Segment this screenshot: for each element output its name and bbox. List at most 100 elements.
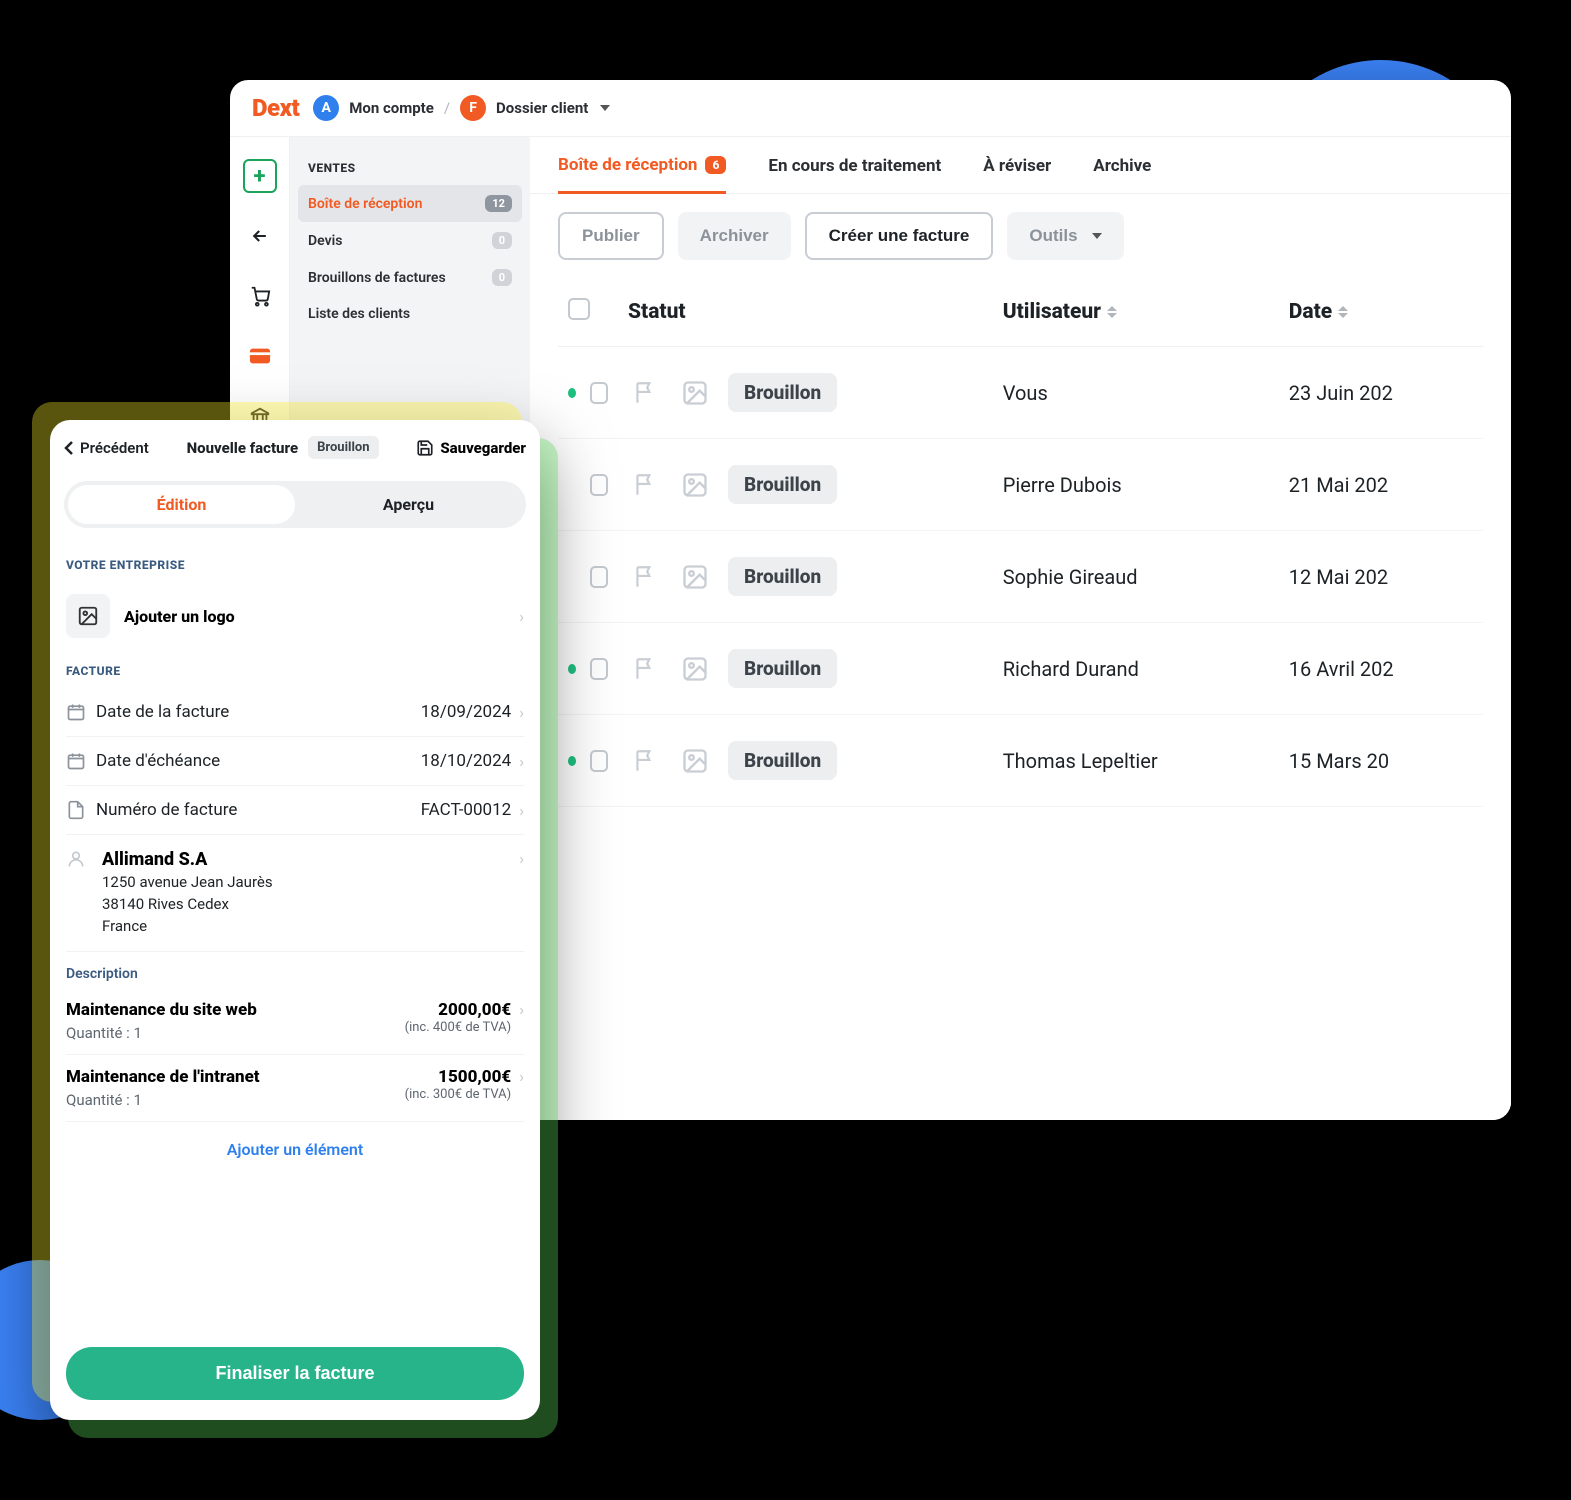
- header-date[interactable]: Date: [1279, 278, 1483, 347]
- calendar-icon: [66, 702, 96, 722]
- due-date-row[interactable]: Date d'échéance 18/10/2024 ›: [66, 737, 524, 786]
- flag-icon[interactable]: [628, 652, 662, 686]
- tools-button[interactable]: Outils: [1007, 212, 1123, 260]
- image-icon[interactable]: [678, 468, 712, 502]
- flag-icon[interactable]: [628, 376, 662, 410]
- tab-archive[interactable]: Archive: [1093, 155, 1151, 193]
- item-vat: (inc. 400€ de TVA): [405, 1020, 512, 1035]
- account-label[interactable]: Mon compte: [349, 99, 434, 117]
- invoice-date-row[interactable]: Date de la facture 18/09/2024 ›: [66, 688, 524, 737]
- table: Statut Utilisateur Date Brouillon Vous 2…: [530, 278, 1511, 1120]
- row-checkbox[interactable]: [590, 658, 608, 680]
- chevron-right-icon: ›: [519, 703, 524, 722]
- add-item-link[interactable]: Ajouter un élément: [66, 1122, 524, 1177]
- date-cell: 21 Mai 202: [1279, 439, 1483, 531]
- toolbar: Publier Archiver Créer une facture Outil…: [530, 194, 1511, 278]
- header-status[interactable]: Statut: [618, 278, 993, 347]
- item-name: Maintenance du site web: [66, 1000, 405, 1020]
- company-row[interactable]: Allimand S.A 1250 avenue Jean Jaurès 381…: [66, 835, 524, 952]
- tab-preview[interactable]: Aperçu: [295, 485, 522, 524]
- document-icon: [66, 800, 96, 820]
- field-value: 18/10/2024: [421, 751, 511, 771]
- finalize-button[interactable]: Finaliser la facture: [66, 1347, 524, 1400]
- sidebar-item-label: Liste des clients: [308, 306, 410, 322]
- date-cell: 23 Juin 202: [1279, 347, 1483, 439]
- line-item[interactable]: Maintenance du site web Quantité : 1 200…: [66, 988, 524, 1055]
- sidebar-item-drafts[interactable]: Brouillons de factures 0: [290, 259, 530, 296]
- sidebar-item-label: Devis: [308, 233, 342, 249]
- sidebar-item-inbox[interactable]: Boîte de réception 12: [298, 185, 522, 222]
- row-checkbox[interactable]: [590, 566, 608, 588]
- sidebar-badge: 0: [492, 232, 512, 249]
- th-label: Statut: [628, 300, 686, 324]
- archive-button[interactable]: Archiver: [678, 212, 791, 260]
- row-checkbox[interactable]: [590, 474, 608, 496]
- field-value: 18/09/2024: [421, 702, 511, 722]
- field-value: FACT-00012: [421, 800, 512, 820]
- status-dot: [568, 664, 576, 674]
- account-avatar[interactable]: A: [313, 95, 339, 121]
- chevron-down-icon: [600, 105, 610, 111]
- status-badge: Brouillon: [728, 649, 837, 688]
- tab-label: Boîte de réception: [558, 155, 697, 175]
- dossier-dropdown[interactable]: Dossier client: [496, 99, 610, 117]
- save-label: Sauvegarder: [440, 439, 526, 457]
- sidebar-heading: VENTES: [290, 155, 530, 185]
- tab-edition[interactable]: Édition: [68, 485, 295, 524]
- date-cell: 12 Mai 202: [1279, 531, 1483, 623]
- image-icon: [66, 594, 110, 638]
- back-arrow-icon[interactable]: [243, 219, 277, 253]
- select-all-checkbox[interactable]: [568, 298, 590, 320]
- cart-icon[interactable]: [243, 279, 277, 313]
- sort-icon: [1338, 306, 1348, 318]
- card-icon[interactable]: [243, 339, 277, 373]
- image-icon[interactable]: [678, 744, 712, 778]
- mobile-title-wrap: Nouvelle facture Brouillon: [187, 436, 379, 459]
- invoice-number-row[interactable]: Numéro de facture FACT-00012 ›: [66, 786, 524, 835]
- sidebar-badge: 12: [485, 195, 512, 212]
- row-checkbox[interactable]: [590, 382, 608, 404]
- chevron-right-icon: ›: [519, 1067, 524, 1109]
- image-icon[interactable]: [678, 560, 712, 594]
- line-item[interactable]: Maintenance de l'intranet Quantité : 1 1…: [66, 1055, 524, 1122]
- chevron-right-icon: ›: [519, 849, 524, 937]
- sidebar-item-label: Boîte de réception: [308, 196, 422, 212]
- back-label: Précédent: [80, 439, 149, 457]
- publish-button[interactable]: Publier: [558, 212, 664, 260]
- flag-icon[interactable]: [628, 468, 662, 502]
- header-user[interactable]: Utilisateur: [993, 278, 1279, 347]
- image-icon[interactable]: [678, 652, 712, 686]
- logo: Dext: [252, 94, 299, 122]
- item-qty: Quantité : 1: [66, 1024, 405, 1042]
- sidebar-item-label: Brouillons de factures: [308, 270, 446, 286]
- chevron-down-icon: [1092, 233, 1102, 239]
- item-price: 1500,00€: [405, 1067, 512, 1087]
- row-checkbox[interactable]: [590, 750, 608, 772]
- breadcrumb-sep: /: [444, 99, 450, 117]
- tab-review[interactable]: À réviser: [983, 155, 1051, 193]
- table-row[interactable]: Brouillon Thomas Lepeltier 15 Mars 20: [558, 715, 1483, 807]
- tab-inbox[interactable]: Boîte de réception 6: [558, 155, 726, 194]
- company-info: Allimand S.A 1250 avenue Jean Jaurès 381…: [102, 849, 501, 937]
- sidebar-item-devis[interactable]: Devis 0: [290, 222, 530, 259]
- table-row[interactable]: Brouillon Richard Durand 16 Avril 202: [558, 623, 1483, 715]
- sidebar-item-clients[interactable]: Liste des clients: [290, 296, 530, 332]
- th-label: Date: [1289, 300, 1332, 324]
- flag-icon[interactable]: [628, 560, 662, 594]
- table-row[interactable]: Brouillon Vous 23 Juin 202: [558, 347, 1483, 439]
- mobile-body: VOTRE ENTREPRISE Ajouter un logo › FACTU…: [50, 544, 540, 1343]
- table-row[interactable]: Brouillon Pierre Dubois 21 Mai 202: [558, 439, 1483, 531]
- image-icon[interactable]: [678, 376, 712, 410]
- flag-icon[interactable]: [628, 744, 662, 778]
- status-pill: Brouillon: [308, 436, 378, 459]
- add-logo-row[interactable]: Ajouter un logo ›: [66, 582, 524, 650]
- breadcrumb: A Mon compte / F Dossier client: [313, 95, 610, 121]
- create-invoice-button[interactable]: Créer une facture: [805, 212, 994, 260]
- back-button[interactable]: Précédent: [64, 439, 149, 457]
- mobile-panel: Précédent Nouvelle facture Brouillon Sau…: [50, 420, 540, 1420]
- add-button[interactable]: +: [243, 159, 277, 193]
- save-button[interactable]: Sauvegarder: [416, 439, 526, 457]
- table-row[interactable]: Brouillon Sophie Gireaud 12 Mai 202: [558, 531, 1483, 623]
- tab-processing[interactable]: En cours de traitement: [768, 155, 941, 193]
- chevron-right-icon: ›: [519, 801, 524, 820]
